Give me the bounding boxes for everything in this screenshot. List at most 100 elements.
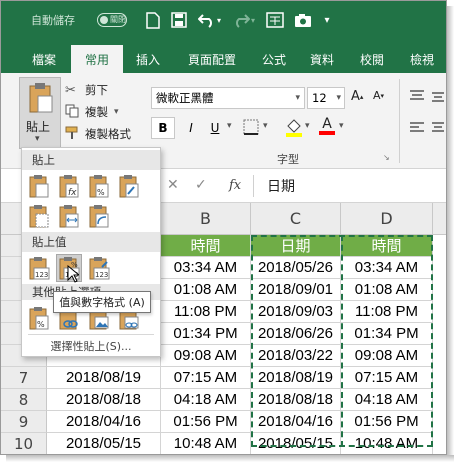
table-cell[interactable]: 10:48 AM <box>161 433 251 454</box>
cancel-icon[interactable]: ✕ <box>167 177 179 193</box>
cut-button[interactable]: ✂ 剪下 <box>65 81 108 99</box>
paste-formulas-number-format-icon[interactable]: % <box>86 172 112 200</box>
undo-dropdown-icon[interactable]: ▾ <box>213 7 225 33</box>
new-file-icon[interactable] <box>141 7 165 33</box>
tab-view[interactable]: 檢視 <box>401 45 443 73</box>
format-painter-label: 複製格式 <box>85 127 131 141</box>
font-dialog-launcher-icon[interactable]: ↘ <box>383 153 390 162</box>
enter-icon[interactable]: ✓ <box>195 177 207 193</box>
table-cell[interactable]: 01:34 PM <box>341 323 433 345</box>
align-top-icon[interactable] <box>409 89 425 103</box>
formula-input[interactable]: 日期 <box>257 173 446 199</box>
borders-dropdown-icon[interactable]: ▾ <box>263 121 268 131</box>
row-header[interactable]: 8 <box>1 389 47 411</box>
tab-insert[interactable]: 插入 <box>127 45 169 73</box>
fill-color-dropdown-icon[interactable]: ▾ <box>305 121 310 131</box>
tab-formulas[interactable]: 公式 <box>253 45 295 73</box>
customize-qat-icon[interactable]: ▾ <box>315 7 339 33</box>
paste-formulas-icon[interactable]: fx <box>56 172 82 200</box>
fill-color-icon[interactable] <box>285 117 303 137</box>
table-cell[interactable]: 2018/09/03 <box>251 301 341 323</box>
align-middle-icon[interactable] <box>431 89 445 103</box>
paste-special-item[interactable]: 選擇性貼上(S)... <box>22 336 160 356</box>
paste-keep-column-widths-icon[interactable] <box>56 202 82 230</box>
tab-review[interactable]: 校閱 <box>351 45 393 73</box>
format-painter-button[interactable]: 複製格式 <box>65 125 131 143</box>
table-cell[interactable]: 01:56 PM <box>161 411 251 433</box>
table-cell[interactable]: 2018/05/26 <box>251 257 341 279</box>
svg-text:123: 123 <box>95 271 108 279</box>
tab-data[interactable]: 資料 <box>301 45 343 73</box>
cell-header-time[interactable]: 時間 <box>341 235 433 257</box>
table-cell[interactable]: 07:15 AM <box>161 367 251 389</box>
bold-button[interactable]: B <box>151 117 175 139</box>
autosave-toggle[interactable]: 關閉 <box>97 13 127 27</box>
tab-home[interactable]: 常用 <box>71 45 123 73</box>
table-cell[interactable]: 03:34 AM <box>341 257 433 279</box>
table-cell[interactable]: 2018/04/16 <box>251 411 341 433</box>
font-color-icon[interactable]: A <box>319 117 335 135</box>
tab-page-layout[interactable]: 頁面配置 <box>173 45 251 73</box>
table-cell[interactable]: 01:08 AM <box>161 279 251 301</box>
table-cell[interactable]: 2018/09/01 <box>251 279 341 301</box>
tab-file[interactable]: 檔案 <box>21 45 67 73</box>
column-header-d[interactable]: D <box>341 203 433 235</box>
paste-no-borders-icon[interactable] <box>26 202 52 230</box>
table-cell[interactable]: 11:08 PM <box>341 301 433 323</box>
paste-keep-source-formatting-icon[interactable] <box>116 172 142 200</box>
font-name-dropdown-icon: ▾ <box>295 93 300 103</box>
table-cell[interactable]: 2018/03/22 <box>251 345 341 367</box>
table-cell[interactable]: 07:15 AM <box>341 367 433 389</box>
paste-transpose-icon[interactable] <box>86 202 112 230</box>
row-header[interactable]: 10 <box>1 433 47 454</box>
table-cell[interactable]: 2018/06/26 <box>251 323 341 345</box>
decrease-font-icon[interactable]: A ▾ <box>373 89 384 102</box>
font-color-dropdown-icon[interactable]: ▾ <box>339 121 344 131</box>
row-header[interactable]: 9 <box>1 411 47 433</box>
table-cell[interactable]: 2018/08/19 <box>251 367 341 389</box>
table-cell[interactable]: 10:48 AM <box>341 433 433 454</box>
table-cell[interactable]: 2018/08/19 <box>47 367 161 389</box>
cell-header-time[interactable]: 時間 <box>161 235 251 257</box>
cell-header-date[interactable]: 日期 <box>251 235 341 257</box>
table-cell[interactable]: 2018/04/16 <box>47 411 161 433</box>
paste-icon[interactable] <box>26 172 52 200</box>
save-icon[interactable] <box>167 7 191 33</box>
camera-icon[interactable] <box>291 7 315 33</box>
insert-function-icon[interactable]: fx <box>229 178 241 193</box>
table-cell[interactable]: 09:08 AM <box>341 345 433 367</box>
row-header[interactable]: 7 <box>1 367 47 389</box>
table-cell[interactable]: 03:34 AM <box>161 257 251 279</box>
table-cell[interactable]: 2018/05/15 <box>251 433 341 454</box>
underline-button[interactable]: U <box>203 117 227 139</box>
table-cell[interactable]: 01:56 PM <box>341 411 433 433</box>
increase-font-icon[interactable]: A ▴ <box>351 89 363 104</box>
underline-dropdown-icon[interactable]: ▾ <box>227 121 232 131</box>
table-cell[interactable]: 2018/08/18 <box>251 389 341 411</box>
table-cell[interactable]: 2018/08/18 <box>47 389 161 411</box>
table-cell[interactable]: 04:18 AM <box>161 389 251 411</box>
table-cell[interactable]: 04:18 AM <box>341 389 433 411</box>
column-header-b[interactable]: B <box>161 203 251 235</box>
borders-icon[interactable] <box>243 119 259 135</box>
column-header-e[interactable] <box>433 203 446 235</box>
paste-values-icon[interactable]: 123 <box>26 254 52 282</box>
copy-dropdown-icon[interactable]: ▾ <box>114 107 119 117</box>
paste-formatting-icon[interactable]: % <box>26 304 52 332</box>
table-cell[interactable]: 01:08 AM <box>341 279 433 301</box>
column-header-c[interactable]: C <box>251 203 341 235</box>
align-left-icon[interactable] <box>409 121 425 135</box>
font-name-select[interactable]: 微軟正黑體 ▾ <box>151 87 305 109</box>
table-cell[interactable]: 2018/05/15 <box>47 433 161 454</box>
paste-values-source-formatting-icon[interactable]: 123 <box>86 254 112 282</box>
font-size-select[interactable]: 12 ▾ <box>307 87 345 109</box>
table-cell[interactable]: 09:08 AM <box>161 345 251 367</box>
copy-button[interactable]: 複製 ▾ <box>65 103 119 121</box>
align-center-icon[interactable] <box>431 121 445 135</box>
paste-button[interactable]: 貼上 ▾ <box>19 77 61 149</box>
sort-icon[interactable] <box>263 7 287 33</box>
table-cell[interactable]: 01:34 PM <box>161 323 251 345</box>
italic-button[interactable]: I <box>179 117 203 139</box>
redo-dropdown-icon[interactable]: ▾ <box>247 7 259 33</box>
table-cell[interactable]: 11:08 PM <box>161 301 251 323</box>
